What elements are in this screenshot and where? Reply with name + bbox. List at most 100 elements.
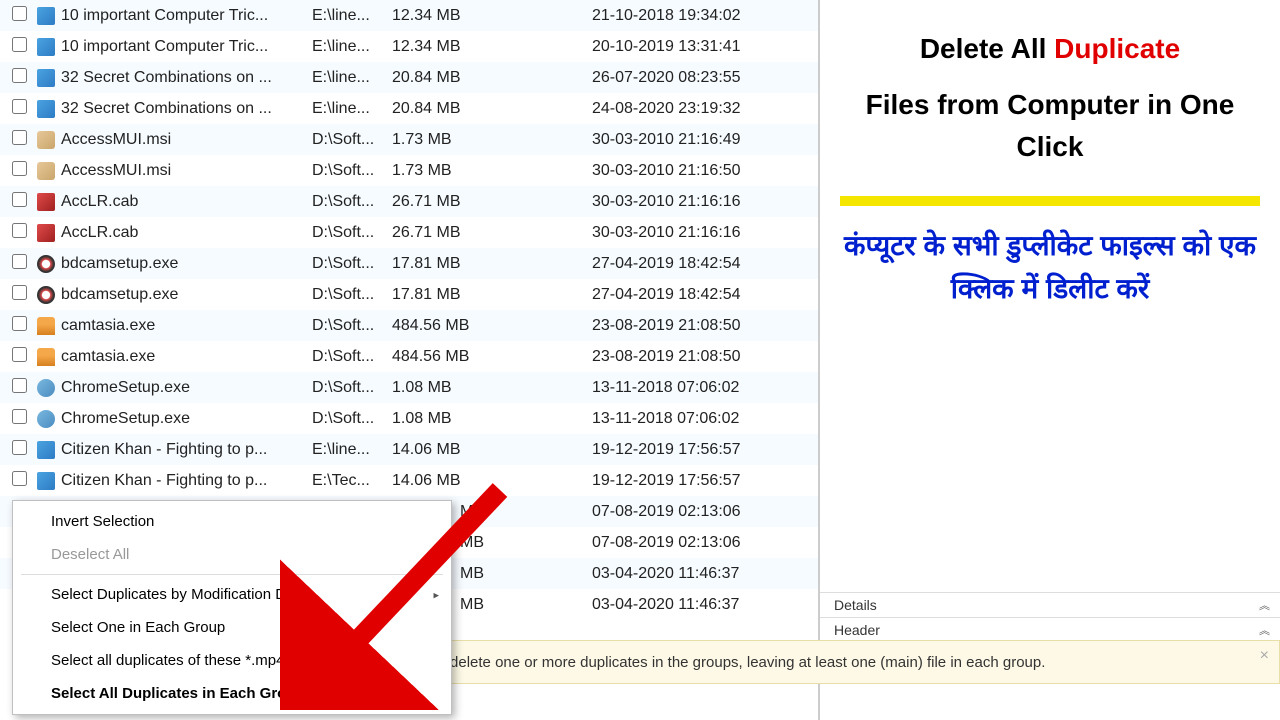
file-type-icon	[37, 379, 55, 397]
file-checkbox[interactable]	[12, 37, 27, 52]
file-size: 484.56 MB	[392, 348, 492, 366]
file-name: camtasia.exe	[57, 348, 312, 366]
file-checkbox[interactable]	[12, 161, 27, 176]
file-type-icon	[37, 255, 55, 273]
file-checkbox[interactable]	[12, 130, 27, 145]
file-name: ChromeSetup.exe	[57, 410, 312, 428]
menu-select-one-each[interactable]: Select One in Each Group	[13, 611, 451, 644]
file-list-panel: 10 important Computer Tric...E:\line...1…	[0, 0, 820, 720]
menu-deselect-all[interactable]: Deselect All	[13, 538, 451, 571]
file-size: 20.84 MB	[392, 69, 492, 87]
title-pre: Delete All	[920, 33, 1054, 64]
chevron-up-icon: ︽	[1259, 622, 1266, 638]
file-type-icon	[37, 410, 55, 428]
file-type-icon	[37, 7, 55, 25]
file-path: D:\Soft...	[312, 255, 392, 273]
file-size: 1.08 MB	[392, 379, 492, 397]
file-checkbox[interactable]	[12, 347, 27, 362]
file-checkbox[interactable]	[12, 285, 27, 300]
file-name: Citizen Khan - Fighting to p...	[57, 472, 312, 490]
file-path: D:\Soft...	[312, 193, 392, 211]
file-path: D:\Soft...	[312, 410, 392, 428]
file-checkbox[interactable]	[12, 192, 27, 207]
file-date: 30-03-2010 21:16:50	[592, 162, 818, 180]
file-type-icon	[37, 131, 55, 149]
file-name: Citizen Khan - Fighting to p...	[57, 441, 312, 459]
menu-select-all-ext[interactable]: Select all duplicates of these *.mp4 fil…	[13, 644, 451, 677]
file-row[interactable]: AccLR.cabD:\Soft...26.71 MB 30-03-2010 21…	[0, 186, 818, 217]
file-type-icon	[37, 100, 55, 118]
tab-label: Header	[834, 622, 880, 638]
menu-separator	[21, 574, 443, 575]
file-path: E:\Tec...	[312, 472, 392, 490]
file-date: 20-10-2019 13:31:41	[592, 38, 818, 56]
file-path: E:\line...	[312, 7, 392, 25]
file-date: 13-11-2018 07:06:02	[592, 410, 818, 428]
file-path: E:\line...	[312, 69, 392, 87]
file-name: AccLR.cab	[57, 224, 312, 242]
file-row[interactable]: Citizen Khan - Fighting to p...E:\Tec...…	[0, 465, 818, 496]
file-name: ChromeSetup.exe	[57, 379, 312, 397]
file-type-icon	[37, 38, 55, 56]
file-size: 1.73 MB	[392, 131, 492, 149]
menu-select-by-date[interactable]: Select Duplicates by Modification Date ▸	[13, 578, 451, 611]
file-size: 20.84 MB	[392, 100, 492, 118]
side-tabs: Details ︽ Header ︽	[820, 592, 1280, 642]
file-checkbox[interactable]	[12, 99, 27, 114]
file-checkbox[interactable]	[12, 254, 27, 269]
file-path: D:\Soft...	[312, 224, 392, 242]
file-date: 03-04-2020 11:46:37	[592, 565, 818, 583]
file-name: camtasia.exe	[57, 317, 312, 335]
side-panel: Delete All Duplicate Files from Computer…	[820, 0, 1280, 720]
file-row[interactable]: 10 important Computer Tric...E:\line...1…	[0, 0, 818, 31]
file-path: E:\line...	[312, 441, 392, 459]
file-checkbox[interactable]	[12, 471, 27, 486]
file-row[interactable]: AccLR.cabD:\Soft...26.71 MB30-03-2010 21…	[0, 217, 818, 248]
menu-label: Select Duplicates by Modification Date	[51, 586, 307, 603]
menu-select-all-duplicates[interactable]: Select All Duplicates in Each Group	[13, 677, 451, 710]
file-checkbox[interactable]	[12, 409, 27, 424]
file-date: 30-03-2010 21:16:16	[592, 193, 818, 211]
file-path: D:\Soft...	[312, 379, 392, 397]
file-date: 13-11-2018 07:06:02	[592, 379, 818, 397]
file-row[interactable]: AccessMUI.msiD:\Soft...1.73 MB30-03-2010…	[0, 124, 818, 155]
file-size: 1.08 MB	[392, 410, 492, 428]
file-checkbox[interactable]	[12, 6, 27, 21]
file-row[interactable]: bdcamsetup.exeD:\Soft...17.81 MB27-04-20…	[0, 279, 818, 310]
file-row[interactable]: AccessMUI.msiD:\Soft...1.73 MB30-03-2010…	[0, 155, 818, 186]
info-banner: ct and delete one or more duplicates in …	[390, 640, 1280, 684]
yellow-divider	[840, 196, 1260, 206]
file-row[interactable]: bdcamsetup.exeD:\Soft...17.81 MB27-04-20…	[0, 248, 818, 279]
file-date: 07-08-2019 02:13:06	[592, 534, 818, 552]
file-name: AccessMUI.msi	[57, 131, 312, 149]
file-row[interactable]: 32 Secret Combinations on ...E:\line...2…	[0, 93, 818, 124]
context-menu: Invert Selection Deselect All Select Dup…	[12, 500, 452, 715]
file-checkbox[interactable]	[12, 378, 27, 393]
close-icon[interactable]: ×	[1260, 647, 1269, 665]
file-size: 12.34 MB	[392, 7, 492, 25]
tab-details[interactable]: Details ︽	[820, 592, 1280, 617]
file-row[interactable]: ChromeSetup.exeD:\Soft...1.08 MB 13-11-20…	[0, 372, 818, 403]
title-block: Delete All Duplicate Files from Computer…	[820, 0, 1280, 186]
file-row[interactable]: Citizen Khan - Fighting to p...E:\line..…	[0, 434, 818, 465]
file-row[interactable]: 32 Secret Combinations on ...E:\line...2…	[0, 62, 818, 93]
file-checkbox[interactable]	[12, 316, 27, 331]
file-row[interactable]: camtasia.exeD:\Soft...484.56 MB23-08-201…	[0, 341, 818, 372]
file-checkbox[interactable]	[12, 68, 27, 83]
tab-header[interactable]: Header ︽	[820, 617, 1280, 642]
file-name: AccLR.cab	[57, 193, 312, 211]
file-checkbox[interactable]	[12, 440, 27, 455]
file-name: 32 Secret Combinations on ...	[57, 69, 312, 87]
file-row[interactable]: 10 important Computer Tric...E:\line...1…	[0, 31, 818, 62]
file-checkbox[interactable]	[12, 223, 27, 238]
file-row[interactable]: camtasia.exeD:\Soft...484.56 MB23-08-201…	[0, 310, 818, 341]
menu-invert-selection[interactable]: Invert Selection	[13, 505, 451, 538]
file-path: E:\line...	[312, 38, 392, 56]
file-size: 14.06 MB	[392, 472, 492, 490]
file-size: 26.71 MB	[392, 193, 492, 211]
file-date: 03-04-2020 11:46:37	[592, 596, 818, 614]
file-date: 30-03-2010 21:16:49	[592, 131, 818, 149]
file-type-icon	[37, 69, 55, 87]
file-type-icon	[37, 224, 55, 242]
file-row[interactable]: ChromeSetup.exeD:\Soft...1.08 MB 13-11-20…	[0, 403, 818, 434]
